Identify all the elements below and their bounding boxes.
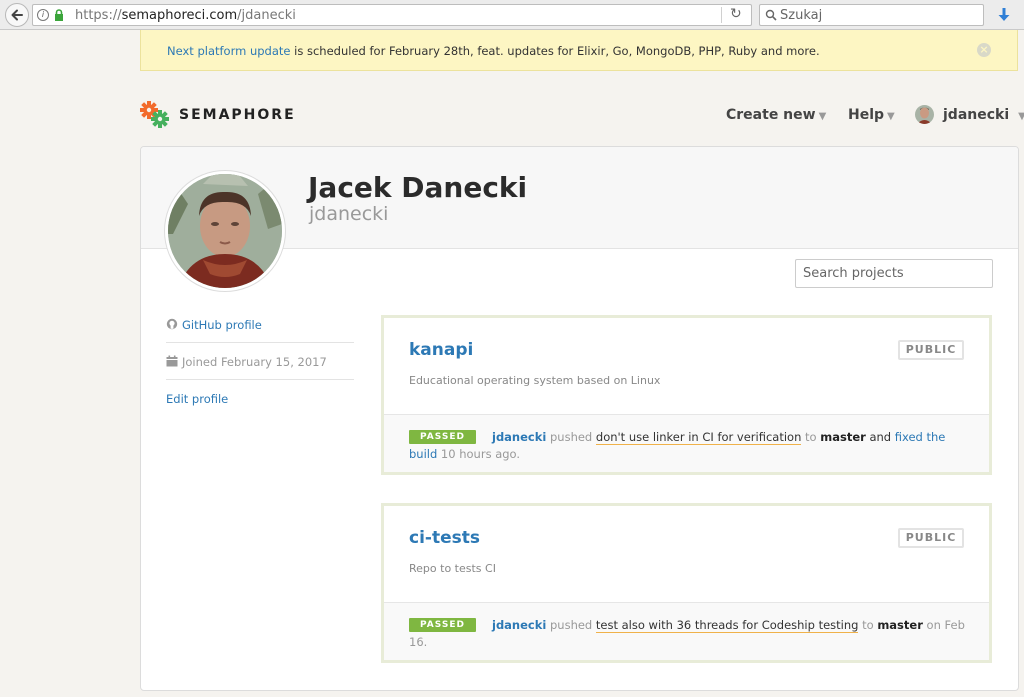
search-projects-input[interactable] bbox=[795, 259, 993, 288]
calendar-icon bbox=[166, 355, 178, 367]
project-description: Educational operating system based on Li… bbox=[409, 374, 661, 387]
banner-message: is scheduled for February 28th, feat. up… bbox=[290, 44, 820, 58]
profile-card: Jacek Danecki jdanecki GitHub profile bbox=[140, 146, 1019, 691]
project-description: Repo to tests CI bbox=[409, 562, 496, 575]
github-icon bbox=[166, 318, 178, 330]
arrow-left-icon bbox=[11, 9, 23, 21]
brand-name[interactable]: SEMAPHORE bbox=[179, 107, 296, 123]
joined-date: Joined February 15, 2017 bbox=[166, 355, 327, 369]
caret-down-icon: ▼ bbox=[1018, 111, 1024, 122]
url-path: /jdanecki bbox=[237, 8, 296, 23]
commit-link[interactable]: test also with 36 threads for Codeship t… bbox=[595, 618, 859, 633]
build-author-link[interactable]: jdanecki bbox=[492, 618, 546, 632]
github-profile-link[interactable]: GitHub profile bbox=[166, 318, 262, 332]
user-menu[interactable]: jdanecki ▼ bbox=[943, 107, 1024, 123]
avatar-image bbox=[915, 105, 934, 124]
back-button[interactable] bbox=[5, 3, 29, 27]
latest-build: PASSED jdanecki pushed test also with 36… bbox=[384, 602, 989, 660]
github-profile-label: GitHub profile bbox=[182, 318, 262, 332]
announcement-banner: Next platform update is scheduled for Fe… bbox=[140, 30, 1018, 71]
visibility-badge: PUBLIC bbox=[898, 340, 964, 360]
project-card: ci-tests PUBLIC Repo to tests CI PASSED … bbox=[381, 503, 992, 663]
profile-login: jdanecki bbox=[309, 203, 389, 225]
build-to: to bbox=[801, 430, 821, 444]
build-time: 10 hours ago. bbox=[437, 447, 521, 461]
build-author-link[interactable]: jdanecki bbox=[492, 430, 546, 444]
browser-toolbar: i https://semaphoreci.com/jdanecki ↻ bbox=[0, 0, 1024, 30]
user-menu-label: jdanecki bbox=[943, 107, 1010, 123]
browser-search-bar[interactable] bbox=[759, 4, 984, 26]
commit-link[interactable]: don't use linker in CI for verification bbox=[595, 430, 802, 445]
help-menu[interactable]: Help ▼ bbox=[848, 107, 895, 123]
url-host: semaphoreci.com bbox=[121, 8, 238, 23]
browser-search-input[interactable] bbox=[780, 6, 975, 24]
download-icon[interactable] bbox=[994, 5, 1014, 25]
avatar-image bbox=[168, 174, 282, 288]
user-avatar-small[interactable] bbox=[915, 105, 934, 124]
latest-build: PASSED jdanecki pushed don't use linker … bbox=[384, 414, 989, 472]
sidebar-divider bbox=[166, 342, 354, 343]
lock-icon bbox=[55, 9, 63, 21]
create-new-menu[interactable]: Create new ▼ bbox=[726, 107, 826, 123]
banner-link[interactable]: Next platform update bbox=[167, 44, 291, 58]
build-summary: jdanecki pushed don't use linker in CI f… bbox=[409, 429, 969, 463]
project-card: kanapi PUBLIC Educational operating syst… bbox=[381, 315, 992, 475]
url-text[interactable]: https://semaphoreci.com/jdanecki bbox=[75, 8, 296, 23]
profile-avatar bbox=[165, 171, 285, 291]
url-divider bbox=[721, 7, 722, 23]
project-name-link[interactable]: kanapi bbox=[409, 340, 473, 360]
banner-text: Next platform update is scheduled for Fe… bbox=[167, 44, 820, 58]
branch-link[interactable]: master bbox=[877, 618, 923, 632]
project-name-link[interactable]: ci-tests bbox=[409, 528, 480, 548]
profile-name: Jacek Danecki bbox=[308, 171, 528, 204]
create-new-label: Create new bbox=[726, 107, 816, 123]
close-icon[interactable]: × bbox=[977, 43, 991, 57]
semaphore-logo-icon[interactable] bbox=[140, 101, 170, 129]
build-summary: jdanecki pushed test also with 36 thread… bbox=[409, 617, 969, 651]
url-scheme: https:// bbox=[75, 8, 122, 23]
build-to: to bbox=[858, 618, 878, 632]
help-label: Help bbox=[848, 107, 885, 123]
edit-profile-link[interactable]: Edit profile bbox=[166, 392, 228, 406]
build-verb: pushed bbox=[546, 618, 596, 632]
caret-down-icon: ▼ bbox=[887, 111, 895, 122]
reload-icon[interactable]: ↻ bbox=[730, 6, 742, 22]
build-and: and bbox=[865, 430, 895, 444]
sidebar-divider bbox=[166, 379, 354, 380]
info-icon[interactable]: i bbox=[37, 9, 49, 21]
search-icon bbox=[765, 9, 777, 21]
address-bar[interactable]: i https://semaphoreci.com/jdanecki ↻ bbox=[32, 4, 752, 26]
build-verb: pushed bbox=[546, 430, 596, 444]
branch-link[interactable]: master bbox=[820, 430, 866, 444]
visibility-badge: PUBLIC bbox=[898, 528, 964, 548]
caret-down-icon: ▼ bbox=[818, 111, 827, 122]
joined-date-label: Joined February 15, 2017 bbox=[182, 355, 327, 369]
